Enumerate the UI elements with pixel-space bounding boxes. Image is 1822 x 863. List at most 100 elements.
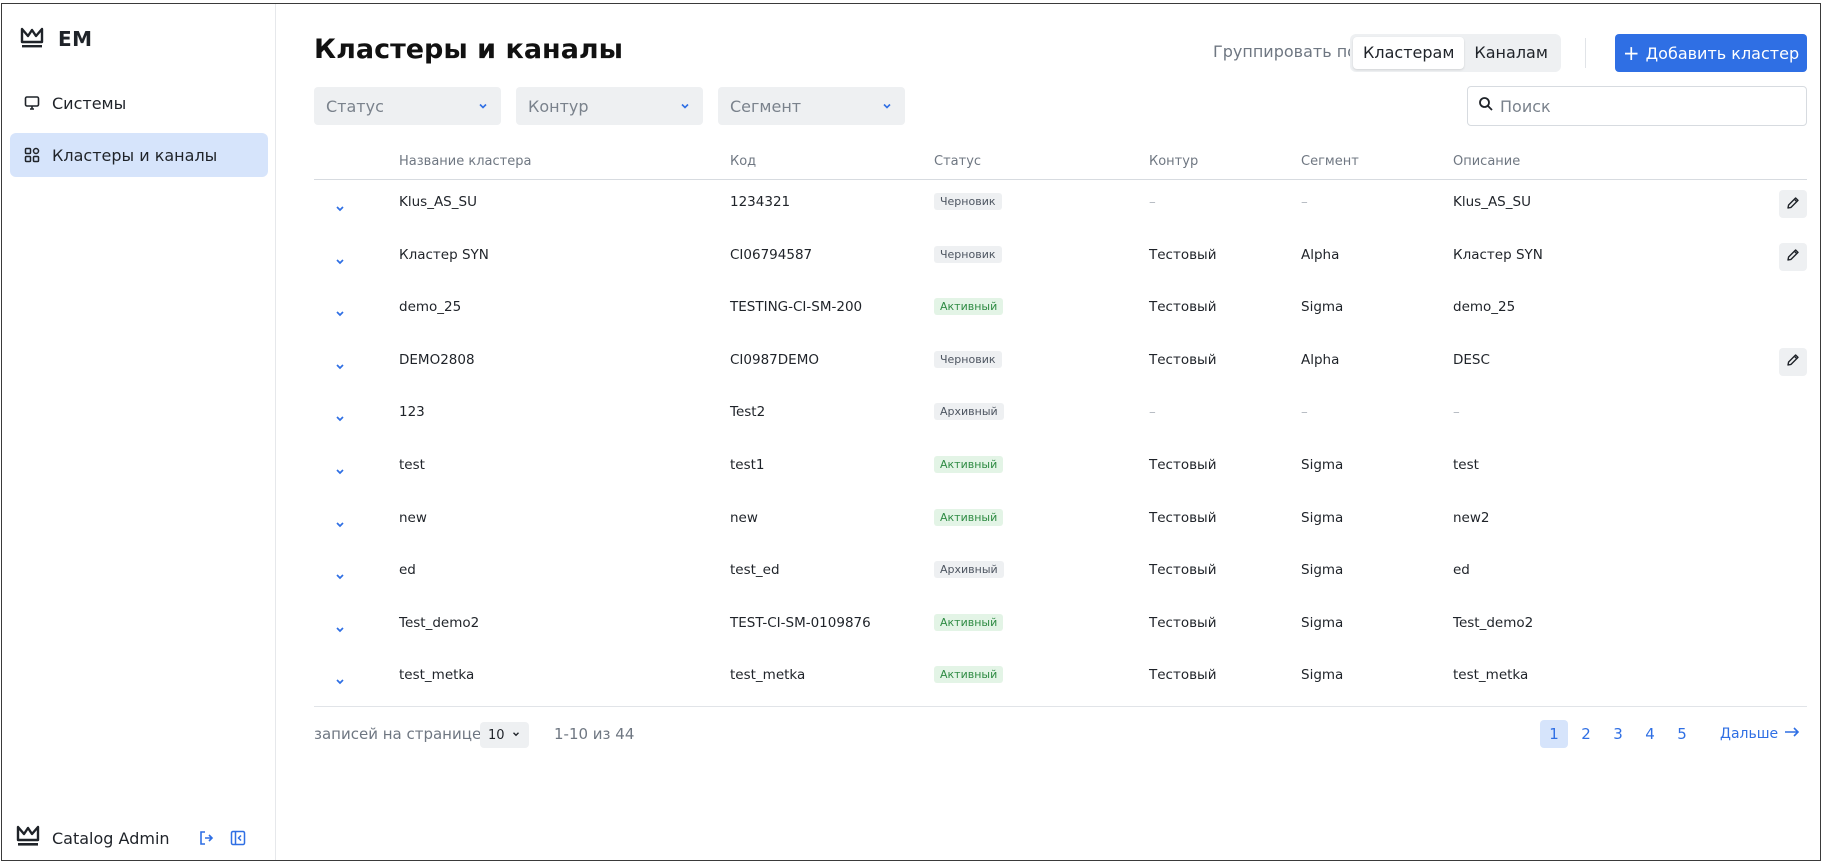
table-row: Test_demo2 TEST-CI-SM-0109876 Активный Тест…: [314, 601, 1807, 654]
chevron-down-icon: [881, 97, 893, 116]
cell-segment: Sigma: [1301, 509, 1344, 526]
segment-filter[interactable]: Сегмент: [718, 87, 905, 125]
table-header: Название кластера Код Статус Контур Сегм…: [314, 144, 1807, 180]
column-header-contour[interactable]: Контур: [1149, 154, 1198, 169]
expand-row-chevron-icon[interactable]: [332, 253, 348, 269]
cell-contour: –: [1149, 194, 1156, 210]
cell-segment: –: [1301, 194, 1308, 210]
logout-icon[interactable]: [196, 828, 216, 848]
expand-row-chevron-icon[interactable]: [332, 673, 348, 689]
chevron-down-icon: [679, 97, 691, 116]
cell-description: new2: [1453, 509, 1490, 526]
cell-code: test_metka: [730, 667, 806, 684]
expand-row-chevron-icon[interactable]: [332, 516, 348, 532]
cell-description: –: [1453, 404, 1460, 421]
cell-contour: Тестовый: [1149, 246, 1217, 263]
brand[interactable]: EM: [20, 26, 93, 52]
cell-name: new: [399, 509, 427, 526]
segment-filter-label: Сегмент: [730, 96, 802, 116]
cell-segment: Sigma: [1301, 614, 1344, 631]
column-header-code[interactable]: Код: [730, 154, 756, 169]
page-button-1[interactable]: 1: [1540, 720, 1568, 748]
edit-button[interactable]: [1779, 347, 1807, 376]
sidebar-item-clusters[interactable]: Кластеры и каналы: [10, 133, 268, 177]
cell-name: Klus_AS_SU: [399, 194, 477, 210]
status-badge: Черновик: [934, 193, 1002, 210]
page-button-3[interactable]: 3: [1604, 720, 1632, 748]
edit-button[interactable]: [1779, 190, 1807, 218]
status-badge: Активный: [934, 613, 1004, 631]
cell-contour: Тестовый: [1149, 562, 1217, 579]
cell-contour: –: [1149, 404, 1156, 421]
search-icon: [1478, 96, 1494, 116]
cell-contour: Тестовый: [1149, 667, 1217, 684]
plus-icon: +: [1622, 41, 1640, 65]
user-name: Catalog Admin: [52, 828, 170, 848]
per-page-select[interactable]: 10: [480, 722, 529, 748]
collapse-sidebar-icon[interactable]: [228, 828, 248, 848]
expand-row-chevron-icon[interactable]: [332, 305, 348, 321]
sidebar-item-systems[interactable]: Системы: [10, 81, 268, 125]
table-row: new new Активный Тестовый Sigma new2: [314, 496, 1807, 549]
table-row: test_metka test_metka Активный Тестовый Sigm…: [314, 653, 1807, 706]
page-button-5[interactable]: 5: [1668, 720, 1696, 748]
cell-code: TESTING-CI-SM-200: [730, 299, 863, 316]
cell-segment: Alpha: [1301, 246, 1340, 263]
status-badge: Активный: [934, 455, 1004, 473]
expand-row-chevron-icon[interactable]: [332, 358, 348, 374]
cell-code: new: [730, 509, 758, 526]
status-badge: Активный: [934, 508, 1004, 526]
expand-row-chevron-icon[interactable]: [332, 200, 348, 216]
cell-code: test1: [730, 456, 765, 473]
column-header-segment[interactable]: Сегмент: [1301, 154, 1359, 169]
group-by-toggle: Кластерам Каналам: [1350, 34, 1561, 72]
status-filter[interactable]: Статус: [314, 87, 501, 125]
page-button-2[interactable]: 2: [1572, 720, 1600, 748]
cell-code: 1234321: [730, 194, 791, 210]
brand-name: EM: [58, 27, 93, 51]
column-header-name[interactable]: Название кластера: [399, 154, 531, 169]
arrow-right-icon: [1784, 726, 1800, 742]
next-page-label: Дальше: [1720, 726, 1779, 742]
add-cluster-label: Добавить кластер: [1645, 43, 1800, 63]
cell-name: DEMO2808: [399, 351, 475, 368]
cell-description: test_metka: [1453, 667, 1529, 684]
column-header-description[interactable]: Описание: [1453, 154, 1520, 169]
table-row: Кластер SYN CI06794587 Черновик Тестовый Alp…: [314, 233, 1807, 286]
pencil-icon: [1786, 195, 1800, 214]
cell-name: 123: [399, 404, 425, 421]
table-row: test test1 Активный Тестовый Sigma test: [314, 443, 1807, 496]
contour-filter[interactable]: Контур: [516, 87, 703, 125]
cell-code: CI0987DEMO: [730, 351, 819, 368]
table-row: demo_25 TESTING-CI-SM-200 Активный Тестовый…: [314, 285, 1807, 338]
page-button-4[interactable]: 4: [1636, 720, 1664, 748]
cell-name: demo_25: [399, 299, 462, 316]
cell-description: ed: [1453, 562, 1470, 579]
group-by-clusters-button[interactable]: Кластерам: [1353, 37, 1465, 69]
grid-icon: [24, 147, 40, 163]
group-by-channels-button[interactable]: Каналам: [1464, 37, 1558, 69]
expand-row-chevron-icon[interactable]: [332, 410, 348, 426]
search-input[interactable]: [1500, 96, 1790, 116]
cell-description: test: [1453, 456, 1479, 473]
cell-code: CI06794587: [730, 246, 813, 263]
add-cluster-button[interactable]: + Добавить кластер: [1615, 34, 1807, 72]
page-title: Кластеры и каналы: [314, 34, 624, 65]
table-row: 123 Test2 Архивный – – –: [314, 390, 1807, 443]
table-bottom-divider: [314, 706, 1807, 707]
expand-row-chevron-icon[interactable]: [332, 463, 348, 479]
expand-row-chevron-icon[interactable]: [332, 621, 348, 637]
cell-contour: Тестовый: [1149, 351, 1217, 368]
table-row: DEMO2808 CI0987DEMO Черновик Тестовый Alpha D…: [314, 338, 1807, 391]
edit-button[interactable]: [1779, 242, 1807, 271]
expand-row-chevron-icon[interactable]: [332, 568, 348, 584]
group-by-label: Группировать по: [1213, 42, 1357, 61]
cell-description: DESC: [1453, 351, 1490, 368]
divider: [1585, 38, 1586, 68]
sidebar-footer: Catalog Admin: [16, 824, 248, 852]
cell-description: Кластер SYN: [1453, 246, 1543, 263]
cell-contour: Тестовый: [1149, 509, 1217, 526]
status-badge: Черновик: [934, 245, 1002, 263]
column-header-status[interactable]: Статус: [934, 154, 981, 169]
next-page-button[interactable]: Дальше: [1720, 726, 1800, 742]
